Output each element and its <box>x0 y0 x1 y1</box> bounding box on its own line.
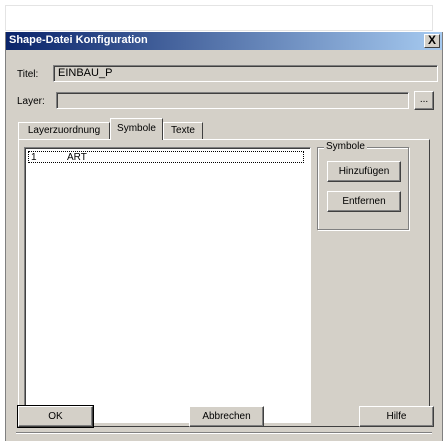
close-icon: X <box>427 33 436 47</box>
groupbox-title: Symbole <box>324 141 367 152</box>
dialog-window: Shape-Datei Konfiguration X Titel: EINBA… <box>5 32 443 441</box>
footer-separator <box>16 432 432 434</box>
tab-symbole[interactable]: Symbole <box>110 118 163 140</box>
help-button[interactable]: Hilfe <box>359 406 434 427</box>
list-item[interactable]: 1 ART <box>28 151 304 163</box>
tab-layerzuordnung[interactable]: Layerzuordnung <box>18 122 110 139</box>
layer-field[interactable] <box>56 92 409 109</box>
title-label: Titel: <box>17 69 39 80</box>
tab-label: Layerzuordnung <box>27 125 101 136</box>
ok-label: OK <box>48 411 63 422</box>
remove-symbol-button[interactable]: Entfernen <box>327 191 401 212</box>
ok-button[interactable]: OK <box>17 405 94 428</box>
symbols-groupbox: Symbole Hinzufügen Entfernen <box>317 141 409 230</box>
title-field-value: EINBAU_P <box>58 67 113 79</box>
browse-ellipsis: ... <box>419 94 429 105</box>
title-bar: Shape-Datei Konfiguration X <box>6 32 442 50</box>
title-field[interactable]: EINBAU_P <box>53 65 438 82</box>
layer-label: Layer: <box>17 96 45 107</box>
help-label: Hilfe <box>386 411 407 422</box>
tab-panel-symbole: 1 ART Symbole Hinzufügen Entfernen <box>18 139 430 427</box>
close-button[interactable]: X <box>424 34 440 48</box>
tab-texte[interactable]: Texte <box>163 122 203 139</box>
cancel-label: Abbrechen <box>202 411 251 422</box>
tab-label: Texte <box>171 125 195 136</box>
add-symbol-button[interactable]: Hinzufügen <box>327 161 401 182</box>
cancel-button[interactable]: Abbrechen <box>189 406 264 427</box>
tab-label: Symbole <box>117 123 156 134</box>
window-title: Shape-Datei Konfiguration <box>9 34 148 46</box>
list-item-name: ART <box>67 152 87 163</box>
list-item-index: 1 <box>31 152 37 163</box>
layer-browse-button[interactable]: ... <box>414 91 434 110</box>
top-blank-bar <box>5 5 433 31</box>
remove-symbol-label: Entfernen <box>342 196 386 207</box>
add-symbol-label: Hinzufügen <box>338 166 390 177</box>
symbol-list[interactable]: 1 ART <box>24 147 311 423</box>
